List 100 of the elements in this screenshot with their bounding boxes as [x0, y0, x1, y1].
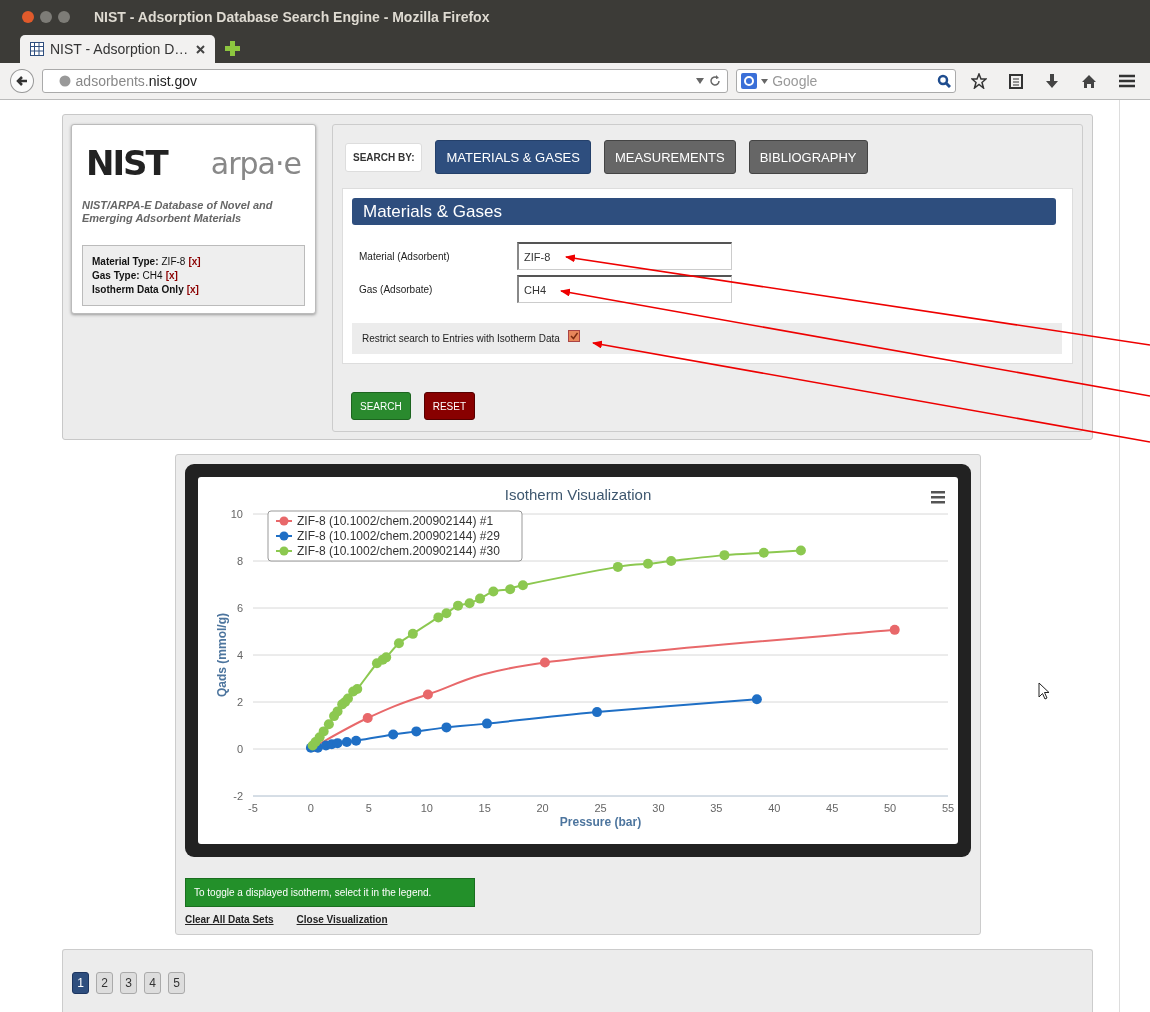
- data-point: [351, 735, 362, 746]
- data-point: [482, 718, 492, 729]
- input-field[interactable]: CH4: [517, 275, 732, 304]
- data-point: [362, 713, 373, 723]
- data-point: [889, 624, 900, 635]
- maximize-button[interactable]: [58, 10, 70, 23]
- legend-item[interactable]: ZIF-8 (10.1002/chem.200902144) #30: [275, 544, 500, 558]
- data-point: [407, 628, 418, 639]
- page-button[interactable]: 1: [72, 972, 89, 994]
- input-field[interactable]: ZIF-8: [517, 242, 732, 271]
- data-point: [464, 598, 475, 609]
- x-tick-label: 15: [478, 802, 491, 814]
- x-tick-label: 45: [826, 802, 839, 814]
- y-tick-label: 6: [236, 602, 243, 614]
- arpa-e-logo: arpa·e: [210, 145, 301, 181]
- database-description: NIST/ARPA-E Database of Novel and Emerging Adsorbent Materials: [82, 199, 274, 225]
- y-tick-label: -2: [233, 790, 243, 802]
- url-field[interactable]: adsorbents.nist.gov: [41, 69, 729, 93]
- nist-logo: NIST: [86, 143, 167, 183]
- data-point: [751, 694, 762, 705]
- data-point: [517, 580, 528, 591]
- globe-icon: [58, 75, 71, 87]
- data-point: [341, 736, 352, 747]
- browser-tab[interactable]: NIST - Adsorption D…: [20, 35, 215, 63]
- x-tick-label: 0: [307, 802, 314, 814]
- data-point: [393, 638, 404, 649]
- x-tick-label: 30: [652, 802, 665, 814]
- data-point: [323, 719, 334, 730]
- legend-item[interactable]: ZIF-8 (10.1002/chem.200902144) #1: [275, 514, 494, 528]
- data-point: [666, 556, 677, 566]
- action-link[interactable]: Close Visualization: [296, 914, 388, 925]
- window-title: NIST - Adsorption Database Search Engine - Mozilla Firefox: [94, 8, 490, 25]
- x-tick-label: -5: [248, 802, 258, 814]
- google-icon: [741, 73, 758, 89]
- data-point: [505, 584, 516, 595]
- filter-label: Gas Type:: [92, 270, 140, 281]
- x-tick-label: 10: [420, 802, 433, 814]
- menu-icon[interactable]: [931, 491, 945, 504]
- search-tab[interactable]: MEASUREMENTS: [603, 140, 736, 174]
- legend-item[interactable]: ZIF-8 (10.1002/chem.200902144) #29: [275, 529, 500, 543]
- action-link[interactable]: Clear All Data Sets: [185, 914, 274, 925]
- data-point: [441, 608, 452, 619]
- page-button[interactable]: 4: [144, 972, 161, 994]
- x-tick-label: 35: [710, 802, 723, 814]
- dropdown-icon[interactable]: [761, 78, 769, 84]
- y-tick-label: 0: [236, 743, 243, 755]
- data-point: [719, 550, 730, 561]
- data-point: [475, 593, 486, 604]
- data-point: [433, 612, 444, 623]
- data-point: [411, 726, 422, 737]
- x-tick-label: 50: [883, 802, 897, 814]
- y-axis-title: Qads (mmol/g): [215, 613, 229, 697]
- data-point: [352, 684, 363, 695]
- reset-button[interactable]: RESET: [423, 392, 476, 420]
- grid-icon: [30, 42, 44, 56]
- close-icon[interactable]: [196, 44, 205, 54]
- remove-filter-link[interactable]: [x]: [186, 284, 199, 295]
- x-axis-title: Pressure (bar): [559, 815, 642, 829]
- data-point: [488, 586, 499, 597]
- hint-banner: To toggle a displayed isotherm, select it in the legend.: [185, 878, 475, 907]
- data-point: [758, 547, 769, 558]
- data-point: [343, 693, 353, 704]
- field-label: Material (Adsorbent): [359, 250, 451, 262]
- page-button[interactable]: 5: [168, 972, 185, 994]
- data-point: [332, 738, 343, 749]
- back-button[interactable]: [10, 69, 34, 93]
- x-tick-label: 40: [768, 802, 781, 814]
- y-tick-label: 8: [236, 555, 243, 567]
- page-button[interactable]: 3: [120, 972, 137, 994]
- plus-icon[interactable]: [225, 41, 240, 56]
- filter-value: CH4: [142, 270, 163, 281]
- arrow-icon: [15, 75, 28, 87]
- data-point: [795, 545, 806, 556]
- chart-title: Isotherm Visualization: [504, 486, 652, 503]
- close-button[interactable]: [22, 10, 34, 23]
- search-by-label: SEARCH BY:: [345, 142, 423, 172]
- reload-icon[interactable]: [709, 75, 722, 87]
- data-point: [441, 722, 452, 733]
- panel-title: Materials & Gases: [352, 198, 1056, 226]
- dropdown-icon[interactable]: [696, 78, 705, 84]
- x-tick-label: 5: [365, 802, 372, 814]
- data-point: [381, 652, 392, 663]
- remove-filter-link[interactable]: [x]: [188, 256, 201, 267]
- search-tab[interactable]: BIBLIOGRAPHY: [748, 140, 868, 174]
- filter-label: Material Type:: [92, 256, 159, 267]
- data-point: [388, 729, 399, 740]
- page-button[interactable]: 2: [96, 972, 113, 994]
- x-tick-label: 25: [594, 802, 607, 814]
- minimize-button[interactable]: [40, 10, 52, 23]
- y-tick-label: 4: [236, 649, 243, 661]
- checkbox-label: Restrict search to Entries with Isotherm Data: [362, 333, 560, 345]
- search-button[interactable]: SEARCH: [351, 392, 411, 420]
- remove-filter-link[interactable]: [x]: [165, 270, 178, 281]
- filter-label: Isotherm Data Only: [92, 284, 184, 295]
- x-tick-label: 55: [941, 802, 955, 814]
- data-point: [539, 657, 550, 668]
- search-tab[interactable]: MATERIALS & GASES: [435, 140, 591, 174]
- search-icon[interactable]: [937, 74, 951, 88]
- y-tick-label: 2: [236, 696, 243, 708]
- checkbox[interactable]: [567, 330, 580, 343]
